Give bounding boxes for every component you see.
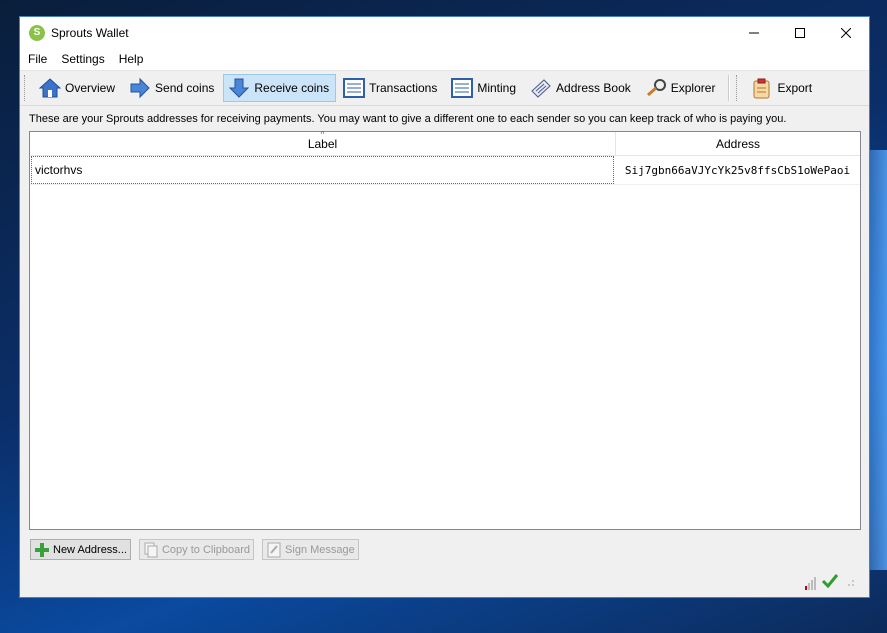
close-icon[interactable] <box>823 17 869 48</box>
clipboard-icon <box>751 77 773 99</box>
receive-coins-label: Receive coins <box>254 81 330 95</box>
sort-ascending-icon: ^ <box>320 130 325 139</box>
copy-to-clipboard-button[interactable]: Copy to Clipboard <box>138 539 255 560</box>
address-book-label: Address Book <box>556 81 631 95</box>
copy-icon <box>143 542 159 558</box>
overview-label: Overview <box>65 81 116 95</box>
list-icon <box>451 77 474 99</box>
window-controls <box>731 17 869 48</box>
row-label-cell[interactable]: victorhvs <box>31 156 614 184</box>
export-button[interactable]: Export <box>746 74 819 102</box>
sign-pen-icon <box>266 542 282 558</box>
plus-icon <box>34 542 50 558</box>
title-bar: S Sprouts Wallet <box>20 17 869 48</box>
toolbar-grip[interactable] <box>24 75 28 101</box>
transactions-label: Transactions <box>369 81 438 95</box>
minting-label: Minting <box>477 81 517 95</box>
sign-message-label: Sign Message <box>285 543 355 556</box>
send-coins-button[interactable]: Send coins <box>124 74 221 102</box>
explorer-button[interactable]: Explorer <box>640 74 723 102</box>
app-window: S Sprouts Wallet File Settings Help Over… <box>19 16 870 598</box>
column-header-label[interactable]: ^ Label <box>30 130 616 155</box>
menu-bar: File Settings Help <box>20 48 869 70</box>
transactions-button[interactable]: Transactions <box>338 74 444 102</box>
explorer-label: Explorer <box>670 81 716 95</box>
menu-help[interactable]: Help <box>119 52 144 66</box>
minimize-icon[interactable] <box>731 17 777 48</box>
receive-coins-button[interactable]: Receive coins <box>223 74 337 102</box>
new-address-button[interactable]: New Address... <box>30 539 131 560</box>
copy-to-clipboard-label: Copy to Clipboard <box>161 543 251 556</box>
address-table[interactable]: ^ Label Address victorhvs Sij7gbn66aVJYc… <box>29 130 861 530</box>
menu-settings[interactable]: Settings <box>61 52 104 66</box>
key-search-icon <box>645 77 667 99</box>
toolbar-separator <box>728 75 731 101</box>
toolbar-grip[interactable] <box>736 75 740 101</box>
connection-signal-icon <box>805 576 817 590</box>
status-bar <box>805 573 855 592</box>
sync-check-icon <box>821 573 839 592</box>
column-header-address-text: Address <box>715 136 761 151</box>
toolbar: Overview Send coins Receive coins Transa… <box>20 70 869 106</box>
home-icon <box>39 77 61 99</box>
window-title: Sprouts Wallet <box>51 25 129 40</box>
row-address-cell[interactable]: Sij7gbn66aVJYcYk25v8ffsCbS1oWePaoi <box>615 156 860 184</box>
list-icon <box>343 77 366 99</box>
export-label: Export <box>777 81 813 95</box>
address-book-icon <box>530 77 552 99</box>
action-buttons: New Address... Copy to Clipboard Sign Me… <box>30 539 367 560</box>
resize-grip-icon[interactable] <box>847 576 855 590</box>
overview-button[interactable]: Overview <box>34 74 122 102</box>
address-book-button[interactable]: Address Book <box>525 74 638 102</box>
arrow-down-icon <box>228 77 250 99</box>
table-header: ^ Label Address <box>30 130 860 156</box>
send-coins-label: Send coins <box>155 81 215 95</box>
sprouts-logo-icon: S <box>29 24 45 41</box>
column-header-address[interactable]: Address <box>616 132 860 155</box>
menu-file[interactable]: File <box>28 52 47 66</box>
table-row[interactable]: victorhvs Sij7gbn66aVJYcYk25v8ffsCbS1oWe… <box>30 156 860 185</box>
sign-message-button[interactable]: Sign Message <box>262 539 359 560</box>
arrow-right-icon <box>129 77 151 99</box>
info-text: These are your Sprouts addresses for rec… <box>29 113 787 125</box>
new-address-label: New Address... <box>53 543 127 556</box>
minting-button[interactable]: Minting <box>446 74 523 102</box>
maximize-icon[interactable] <box>777 17 823 48</box>
